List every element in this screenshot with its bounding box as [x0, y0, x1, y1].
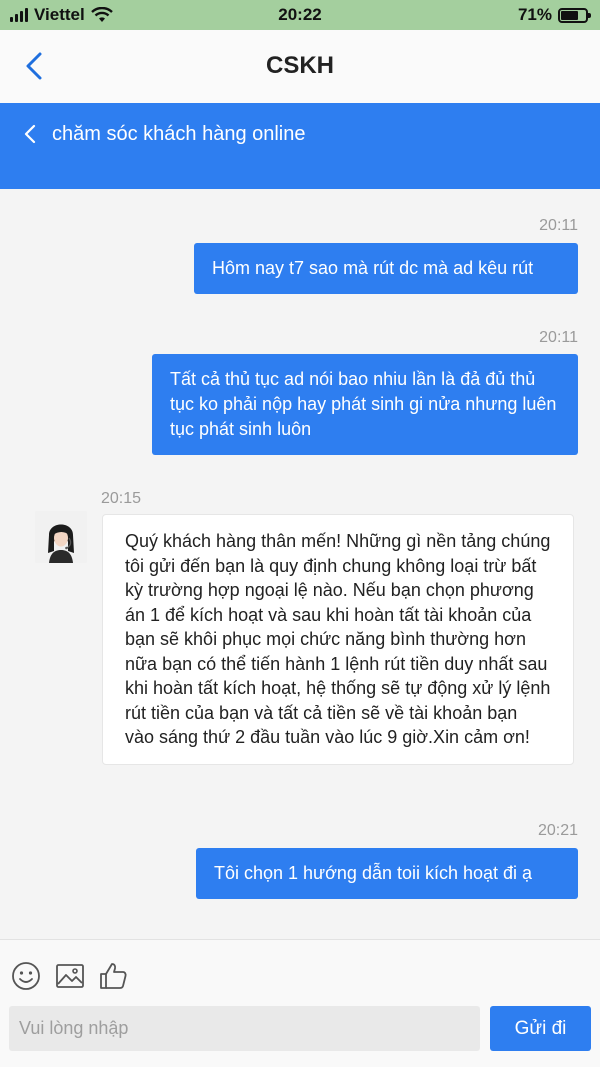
agent-avatar-image: [35, 511, 87, 563]
message-time: 20:11: [539, 217, 578, 234]
outgoing-message: Tất cả thủ tục ad nói bao nhiu lần là đả…: [152, 354, 578, 455]
image-button[interactable]: [54, 960, 86, 992]
send-button[interactable]: Gửi đi: [490, 1006, 591, 1051]
chat-back-button[interactable]: [20, 119, 40, 149]
chat-messages[interactable]: 20:11 Hôm nay t7 sao mà rút dc mà ad kêu…: [0, 189, 600, 939]
message-time: 20:21: [537, 822, 578, 839]
like-button[interactable]: [97, 960, 129, 992]
chevron-left-icon: [24, 124, 36, 144]
status-right: 71%: [517, 5, 591, 25]
emoji-icon: [12, 962, 40, 990]
status-time: 20:22: [278, 5, 322, 24]
chat-header: chăm sóc khách hàng online: [0, 103, 600, 189]
status-bar: Viettel 20:22 71%: [0, 0, 600, 30]
chat-header-title: chăm sóc khách hàng online: [52, 123, 306, 145]
page-title: CSKH: [265, 52, 334, 79]
nav-bar: CSKH: [0, 30, 600, 103]
message-input[interactable]: [9, 1006, 480, 1051]
battery-icon: [558, 7, 591, 23]
agent-avatar: [35, 511, 87, 563]
battery-percent: 71%: [517, 5, 552, 24]
emoji-button[interactable]: [10, 960, 42, 992]
incoming-message: Quý khách hàng thân mến! Những gì nền tả…: [102, 514, 574, 765]
thumbs-up-icon: [100, 963, 127, 989]
composer: Gửi đi: [0, 939, 600, 1067]
outgoing-message: Tôi chọn 1 hướng dẫn toii kích hoạt đi ạ: [196, 848, 578, 899]
image-icon: [56, 964, 84, 988]
message-time: 20:11: [539, 329, 578, 346]
message-time: 20:15: [101, 490, 142, 507]
outgoing-message: Hôm nay t7 sao mà rút dc mà ad kêu rút: [194, 243, 578, 294]
